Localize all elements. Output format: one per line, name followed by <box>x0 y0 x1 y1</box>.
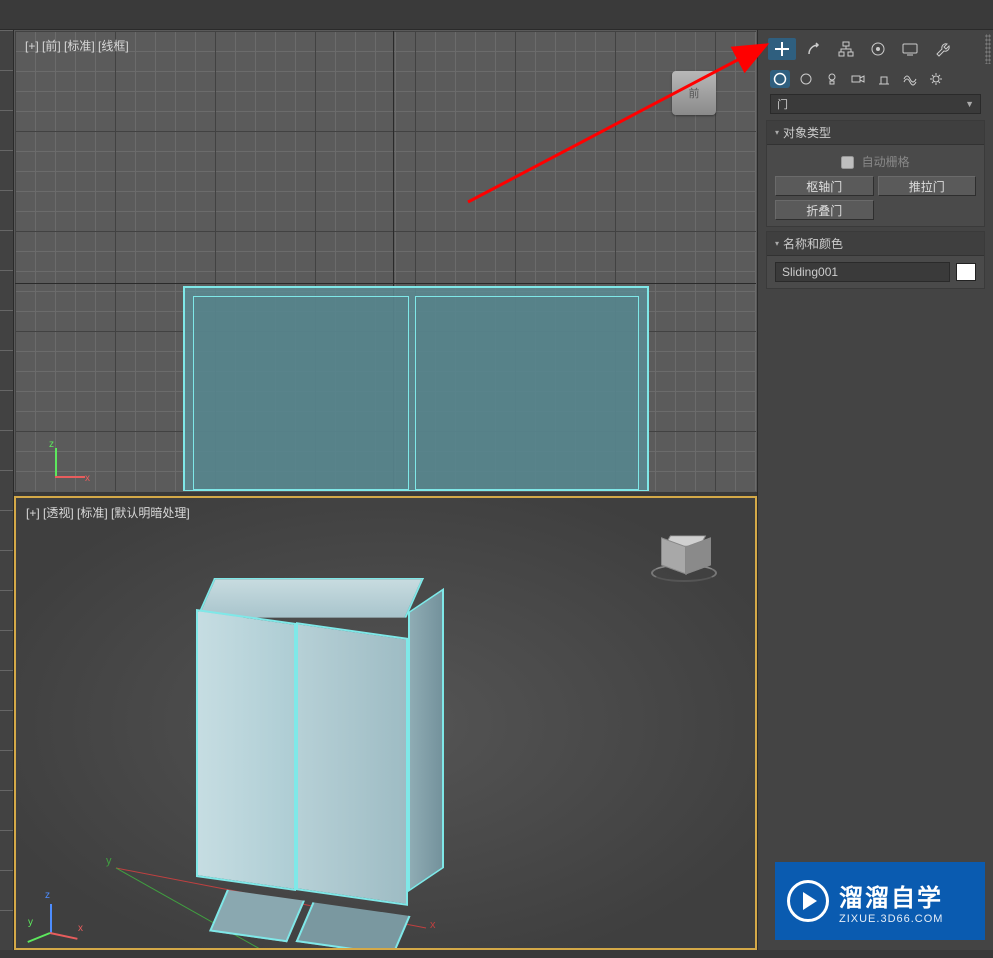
create-tab[interactable] <box>768 38 796 60</box>
top-menu-bar <box>0 0 993 30</box>
command-panel: 门 ▼ ▾ 对象类型 自动栅格 枢轴门 推拉门 折叠门 ▾ 名称和颜色 <box>757 30 993 950</box>
rollout-title: 名称和颜色 <box>783 235 843 252</box>
bifold-door-button[interactable]: 折叠门 <box>775 200 874 220</box>
object-sliding-door-shaded[interactable] <box>196 578 456 938</box>
cameras-category-icon[interactable] <box>848 70 868 88</box>
viewcube[interactable] <box>649 526 719 586</box>
chevron-down-icon: ▼ <box>965 99 974 109</box>
helpers-category-icon[interactable] <box>874 70 894 88</box>
motion-tab[interactable] <box>864 38 892 60</box>
pivot-door-button[interactable]: 枢轴门 <box>775 176 874 196</box>
watermark-title: 溜溜自学 <box>839 878 943 913</box>
systems-category-icon[interactable] <box>926 70 946 88</box>
rollout-header[interactable]: ▾ 名称和颜色 <box>767 232 984 256</box>
object-sliding-door-wireframe[interactable] <box>183 286 649 492</box>
modify-tab[interactable] <box>800 38 828 60</box>
grid-axis-horizontal <box>15 283 756 284</box>
hierarchy-tab[interactable] <box>832 38 860 60</box>
rollout-title: 对象类型 <box>783 124 831 141</box>
rollout-object-type: ▾ 对象类型 自动栅格 枢轴门 推拉门 折叠门 <box>766 120 985 227</box>
viewport-front[interactable]: [+] [前] [标准] [线框] 前 z x <box>14 30 757 492</box>
drag-grip-icon[interactable] <box>985 34 991 64</box>
viewport-area: [+] [前] [标准] [线框] 前 z x [+] [透视] [标准] [默… <box>0 30 757 950</box>
watermark-subtitle: ZIXUE.3D66.COM <box>839 913 943 925</box>
viewport-label[interactable]: [+] [透视] [标准] [默认明暗处理] <box>26 504 190 521</box>
shapes-category-icon[interactable] <box>796 70 816 88</box>
geometry-category-icon[interactable] <box>770 70 790 88</box>
watermark-badge: 溜溜自学 ZIXUE.3D66.COM <box>775 862 985 940</box>
command-panel-tabs <box>764 36 987 62</box>
axis-gizmo: z x y <box>36 892 84 940</box>
autogrid-checkbox <box>841 156 854 169</box>
play-icon <box>787 880 829 922</box>
object-type-dropdown[interactable]: 门 ▼ <box>770 94 981 114</box>
object-color-swatch[interactable] <box>956 263 976 281</box>
sliding-door-button[interactable]: 推拉门 <box>878 176 977 196</box>
dropdown-value: 门 <box>777 96 788 112</box>
viewcube[interactable]: 前 <box>672 71 716 115</box>
rollout-header[interactable]: ▾ 对象类型 <box>767 121 984 145</box>
axis-gizmo: z x <box>45 441 85 481</box>
rollout-name-and-color: ▾ 名称和颜色 <box>766 231 985 289</box>
display-tab[interactable] <box>896 38 924 60</box>
lights-category-icon[interactable] <box>822 70 842 88</box>
collapse-icon: ▾ <box>775 239 779 248</box>
collapse-icon: ▾ <box>775 128 779 137</box>
autogrid-row: 自动栅格 <box>775 151 976 176</box>
autogrid-label: 自动栅格 <box>862 155 910 169</box>
viewport-label[interactable]: [+] [前] [标准] [线框] <box>25 37 129 54</box>
viewport-perspective[interactable]: [+] [透视] [标准] [默认明暗处理] x y z x <box>14 496 757 950</box>
utilities-tab[interactable] <box>928 38 956 60</box>
object-name-input[interactable] <box>775 262 950 282</box>
spacewarps-category-icon[interactable] <box>900 70 920 88</box>
create-category-row <box>764 68 987 94</box>
